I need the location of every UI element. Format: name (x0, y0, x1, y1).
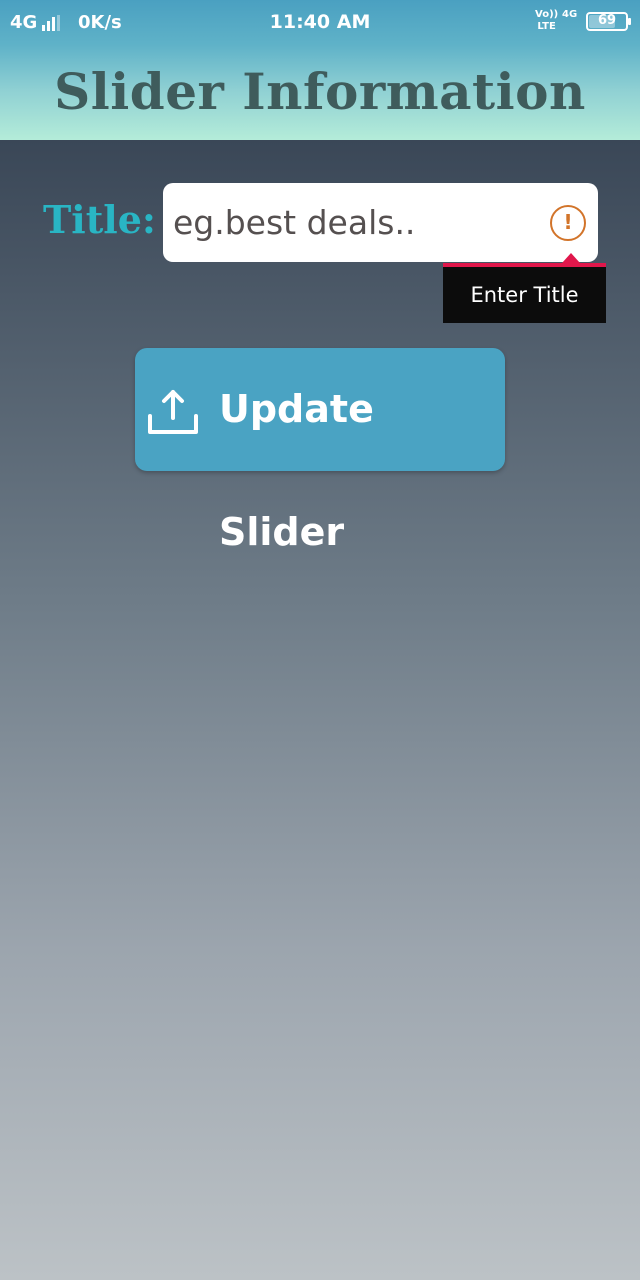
status-bar: 4G 0K/s 11:40 AM Vo)) LTE 4G 69 (0, 0, 640, 44)
update-slider-button[interactable]: Update Slider (135, 348, 505, 554)
volte-indicator: Vo)) LTE (535, 9, 558, 33)
volte-label: Vo)) (535, 9, 559, 20)
title-input[interactable] (173, 183, 543, 262)
page-title: Slider Information (54, 62, 586, 121)
error-tooltip: Enter Title (443, 263, 606, 323)
battery-icon: 69 (586, 12, 631, 31)
error-icon[interactable]: ! (550, 205, 586, 241)
title-field[interactable]: ! (163, 183, 598, 262)
app-header: 4G 0K/s 11:40 AM Vo)) LTE 4G 69 Slider I… (0, 0, 640, 140)
tooltip-arrow (562, 253, 580, 263)
upload-icon (148, 390, 198, 434)
battery-level: 69 (597, 13, 617, 28)
title-label: Title: (43, 197, 156, 242)
lte-label: LTE (537, 21, 556, 32)
network-type-secondary: 4G (562, 9, 578, 20)
error-tooltip-text: Enter Title (470, 283, 579, 307)
update-slider-label: Update Slider (219, 387, 374, 554)
